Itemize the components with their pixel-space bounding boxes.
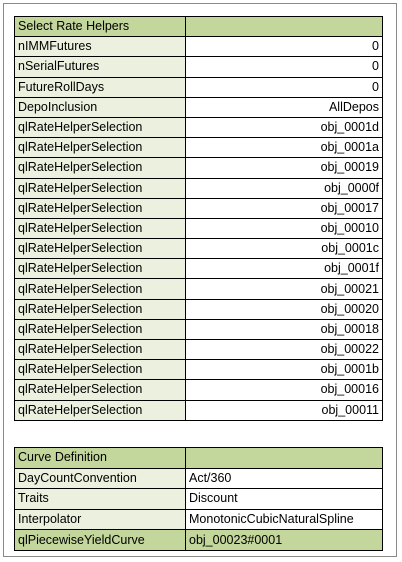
curve-result-row: qlPiecewiseYieldCurve obj_00023#0001 (14, 529, 383, 551)
selection-row: qlRateHelperSelection obj_0001c (14, 238, 383, 260)
curve-label-cell[interactable]: DayCountConvention (14, 467, 186, 490)
selection-row: qlRateHelperSelection obj_00018 (14, 318, 383, 341)
curve-result-value-cell[interactable]: obj_00023#0001 (185, 529, 383, 551)
curve-definition-table: Curve Definition DayCountConvention Act/… (14, 447, 383, 551)
selection-label-cell[interactable]: qlRateHelperSelection (14, 359, 186, 381)
param-row: nSerialFutures 0 (14, 56, 383, 78)
selection-row: qlRateHelperSelection obj_00021 (14, 278, 383, 300)
selection-row: qlRateHelperSelection obj_00020 (14, 298, 383, 320)
selection-row: qlRateHelperSelection obj_0001f (14, 258, 383, 280)
selection-label-cell[interactable]: qlRateHelperSelection (14, 116, 186, 139)
param-value-cell[interactable]: 0 (185, 76, 383, 98)
param-value-cell[interactable]: AllDepos (185, 96, 383, 118)
param-row: FutureRollDays 0 (14, 76, 383, 98)
curve-definition-header-row: Curve Definition (14, 447, 383, 469)
selection-label-cell[interactable]: qlRateHelperSelection (14, 238, 186, 260)
rate-helpers-header-row: Select Rate Helpers (14, 15, 383, 38)
rate-helpers-table: Select Rate Helpers nIMMFutures 0 nSeria… (14, 15, 383, 421)
param-row: nIMMFutures 0 (14, 36, 383, 58)
selection-row: qlRateHelperSelection obj_00011 (14, 399, 383, 421)
curve-definition-header-empty-cell[interactable] (185, 447, 383, 469)
selection-value-cell[interactable]: obj_0000f (185, 177, 383, 199)
selection-label-cell[interactable]: qlRateHelperSelection (14, 217, 186, 240)
param-label-cell[interactable]: nIMMFutures (14, 36, 186, 58)
param-value-cell[interactable]: 0 (185, 36, 383, 58)
curve-value-cell[interactable]: Act/360 (185, 467, 383, 490)
selection-value-cell[interactable]: obj_0001a (185, 137, 383, 159)
param-row: DepoInclusion AllDepos (14, 96, 383, 118)
curve-value-cell[interactable]: MonotonicCubicNaturalSpline (185, 508, 383, 531)
selection-value-cell[interactable]: obj_00021 (185, 278, 383, 300)
selection-label-cell[interactable]: qlRateHelperSelection (14, 278, 186, 300)
curve-row: Interpolator MonotonicCubicNaturalSpline (14, 508, 383, 531)
selection-row: qlRateHelperSelection obj_0001b (14, 359, 383, 381)
selection-row: qlRateHelperSelection obj_0001d (14, 116, 383, 139)
selection-label-cell[interactable]: qlRateHelperSelection (14, 137, 186, 159)
selection-row: qlRateHelperSelection obj_0000f (14, 177, 383, 199)
curve-row: DayCountConvention Act/360 (14, 467, 383, 490)
selection-value-cell[interactable]: obj_0001d (185, 116, 383, 139)
curve-value-cell[interactable]: Discount (185, 488, 383, 510)
selection-label-cell[interactable]: qlRateHelperSelection (14, 318, 186, 341)
selection-value-cell[interactable]: obj_00022 (185, 338, 383, 361)
selection-value-cell[interactable]: obj_00011 (185, 399, 383, 421)
selection-value-cell[interactable]: obj_00017 (185, 197, 383, 219)
selection-value-cell[interactable]: obj_00010 (185, 217, 383, 240)
curve-result-label-cell[interactable]: qlPiecewiseYieldCurve (14, 529, 186, 551)
selection-label-cell[interactable]: qlRateHelperSelection (14, 298, 186, 320)
selection-row: qlRateHelperSelection obj_00016 (14, 379, 383, 401)
selection-value-cell[interactable]: obj_00019 (185, 157, 383, 179)
curve-label-cell[interactable]: Traits (14, 488, 186, 510)
selection-label-cell[interactable]: qlRateHelperSelection (14, 197, 186, 219)
rate-helpers-header-cell[interactable]: Select Rate Helpers (14, 15, 186, 38)
selection-row: qlRateHelperSelection obj_00017 (14, 197, 383, 219)
selection-row: qlRateHelperSelection obj_00010 (14, 217, 383, 240)
param-label-cell[interactable]: nSerialFutures (14, 56, 186, 78)
selection-row: qlRateHelperSelection obj_00022 (14, 338, 383, 361)
selection-value-cell[interactable]: obj_0001c (185, 238, 383, 260)
selection-value-cell[interactable]: obj_00020 (185, 298, 383, 320)
param-value-cell[interactable]: 0 (185, 56, 383, 78)
selection-value-cell[interactable]: obj_00016 (185, 379, 383, 401)
selection-value-cell[interactable]: obj_0001b (185, 359, 383, 381)
selection-value-cell[interactable]: obj_00018 (185, 318, 383, 341)
selection-row: qlRateHelperSelection obj_0001a (14, 137, 383, 159)
selection-label-cell[interactable]: qlRateHelperSelection (14, 338, 186, 361)
curve-row: Traits Discount (14, 488, 383, 510)
selection-row: qlRateHelperSelection obj_00019 (14, 157, 383, 179)
selection-label-cell[interactable]: qlRateHelperSelection (14, 157, 186, 179)
param-label-cell[interactable]: FutureRollDays (14, 76, 186, 98)
selection-label-cell[interactable]: qlRateHelperSelection (14, 258, 186, 280)
selection-label-cell[interactable]: qlRateHelperSelection (14, 379, 186, 401)
selection-label-cell[interactable]: qlRateHelperSelection (14, 399, 186, 421)
selection-label-cell[interactable]: qlRateHelperSelection (14, 177, 186, 199)
rate-helpers-header-empty-cell[interactable] (185, 15, 383, 38)
param-label-cell[interactable]: DepoInclusion (14, 96, 186, 118)
curve-label-cell[interactable]: Interpolator (14, 508, 186, 531)
selection-value-cell[interactable]: obj_0001f (185, 258, 383, 280)
curve-definition-header-cell[interactable]: Curve Definition (14, 447, 186, 469)
